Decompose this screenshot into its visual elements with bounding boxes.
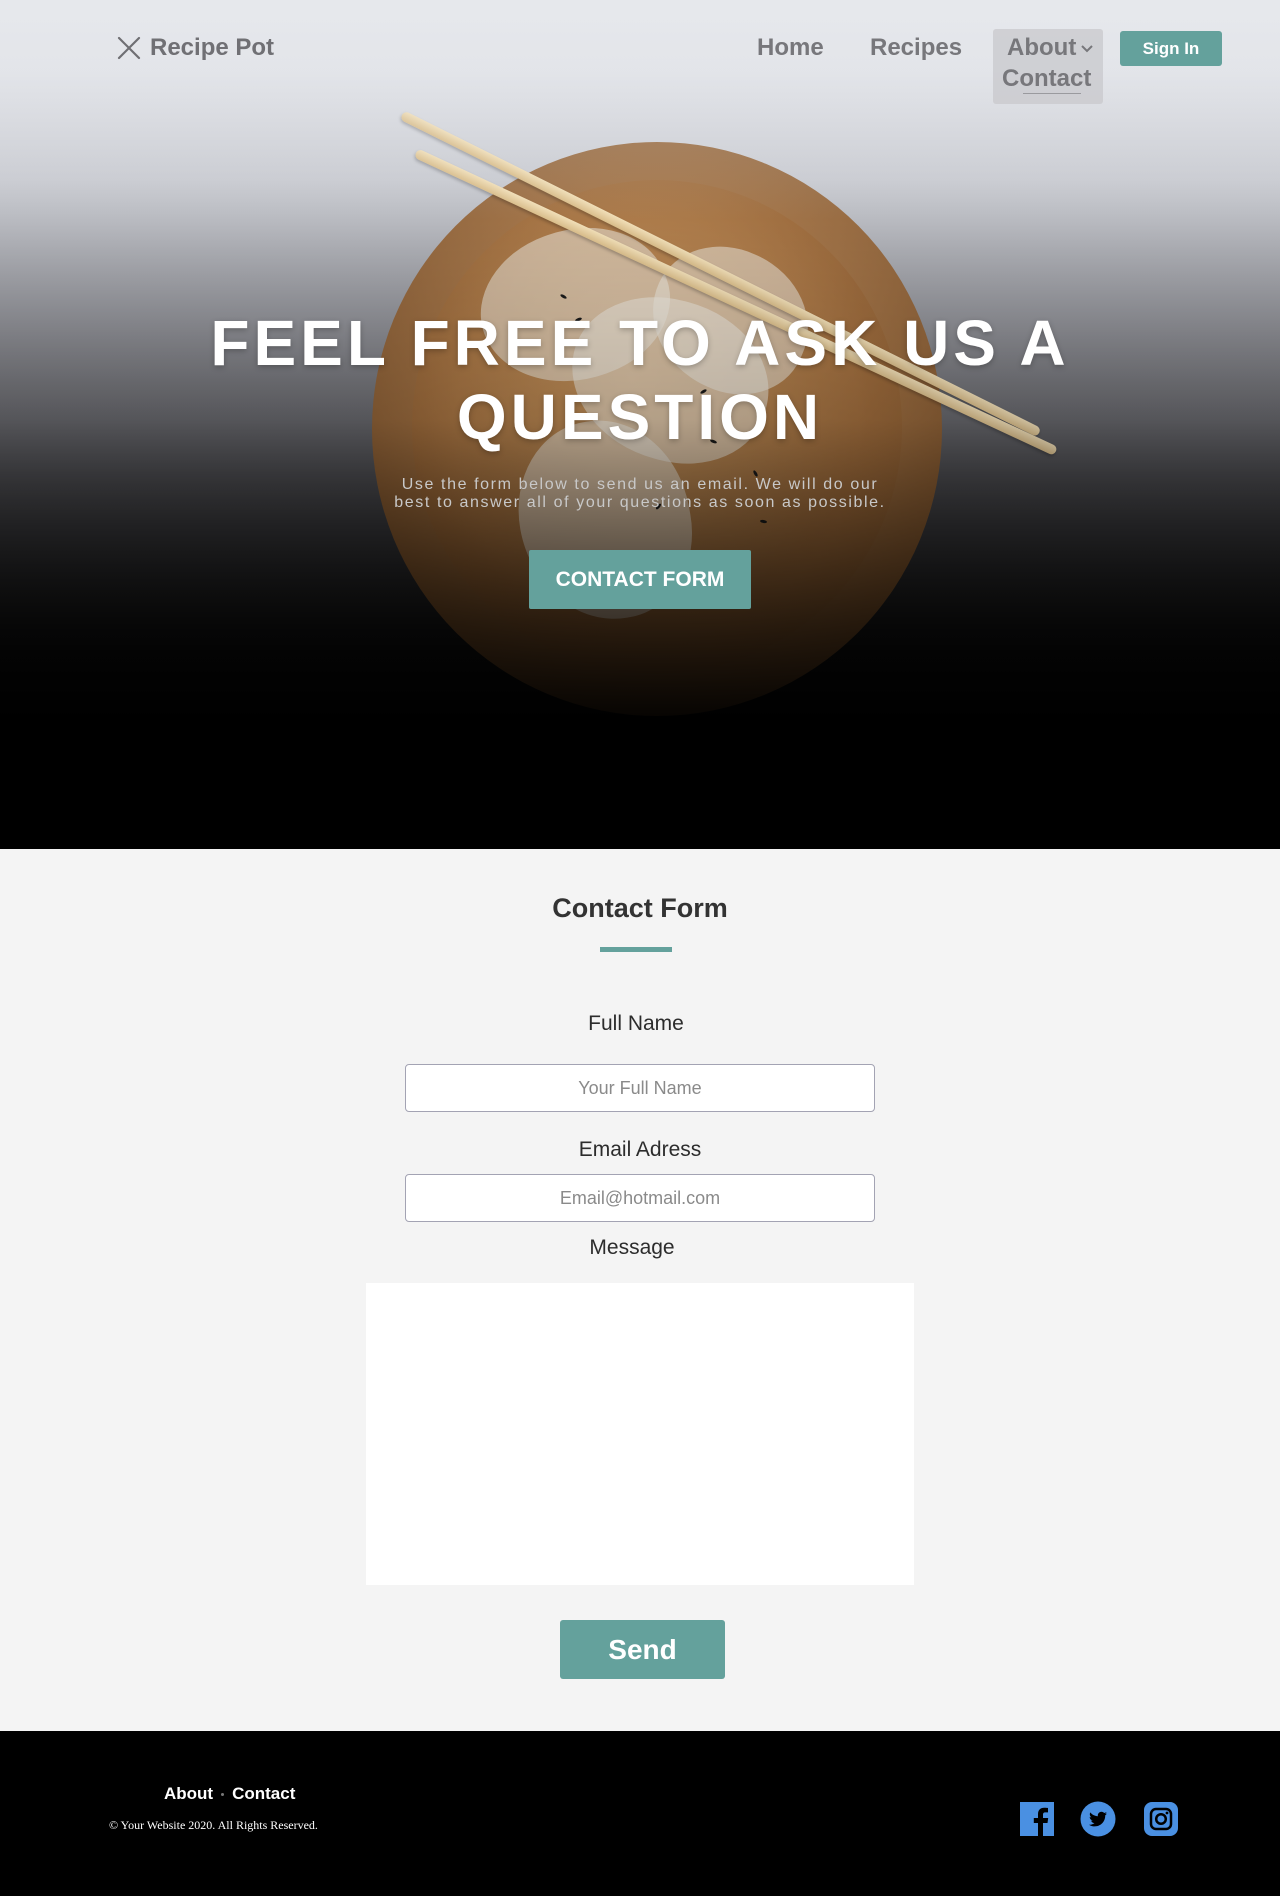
footer-about-link[interactable]: About [164,1784,213,1804]
facebook-icon[interactable] [1019,1801,1055,1837]
nav-home-link[interactable]: Home [757,34,824,62]
contact-form-title: Contact Form [552,893,728,923]
footer: About Contact © Your Website 2020. All R… [0,1731,1280,1896]
nav-about-label: About [1007,34,1077,61]
email-input[interactable] [405,1174,875,1222]
footer-contact-link[interactable]: Contact [232,1784,295,1804]
about-dropdown-menu[interactable]: About Contact [993,29,1103,104]
nav-about-dropdown[interactable]: About [1007,34,1094,62]
sign-in-button[interactable]: Sign In [1120,31,1222,66]
nav-recipes-link[interactable]: Recipes [870,34,962,62]
hero-title: FEEL FREE TO ASK US A QUESTION [210,307,1070,453]
site-logo[interactable]: Recipe Pot [116,34,274,62]
utensils-icon [117,36,141,60]
title-divider [600,947,672,952]
footer-links: About Contact [164,1784,295,1804]
twitter-icon[interactable] [1080,1801,1116,1837]
separator-dot [221,1792,225,1796]
full-name-label: Full Name [588,1012,684,1035]
copyright-text: © Your Website 2020. All Rights Reserved… [109,1818,318,1832]
hero-subtitle: Use the form below to send us an email. … [394,476,886,511]
message-textarea[interactable] [366,1283,914,1585]
email-label: Email Adress [578,1138,702,1161]
nav-contact-link[interactable]: Contact [1002,65,1091,93]
full-name-input[interactable] [405,1064,875,1112]
chevron-down-icon [1081,45,1094,53]
logo-text: Recipe Pot [150,34,275,61]
instagram-icon[interactable] [1143,1801,1179,1837]
message-label: Message [589,1236,675,1259]
hero-section: Recipe Pot Home Recipes About Contact Si… [0,0,1280,849]
send-button[interactable]: Send [560,1620,725,1679]
contact-form-button[interactable]: CONTACT FORM [529,550,751,609]
